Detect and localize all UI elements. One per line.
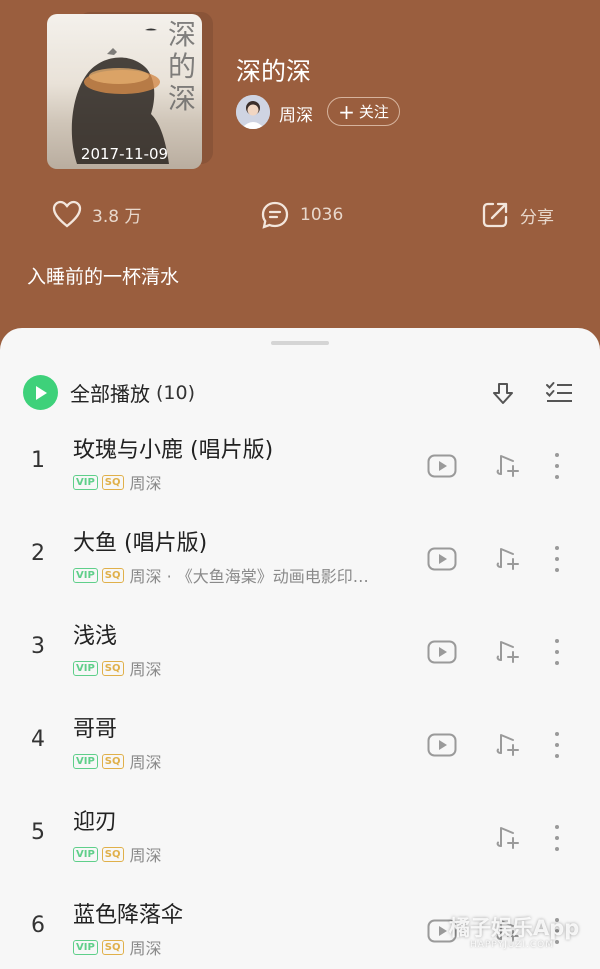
share-button[interactable]: 分享 [480,200,554,230]
avatar-image [236,95,270,129]
more-icon[interactable] [550,731,564,759]
album-title: 深的深 [236,57,312,86]
song-meta: VIP SQ 周深 · 《大鱼海棠》动画电影印… [73,563,369,587]
song-number: 2 [31,541,45,566]
song-meta: VIP SQ 周深 [73,470,162,494]
cover-lettering: 深的深 [167,18,196,115]
song-title: 迎刃 [73,810,118,835]
song-row[interactable]: 5 迎刃 VIP SQ 周深 [0,804,600,897]
song-number: 5 [31,820,45,845]
cover-date: 2017-11-09 [80,145,169,163]
sq-badge: SQ [101,660,124,676]
song-row[interactable]: 4 哥哥 VIP SQ 周深 [0,711,600,804]
add-to-playlist-icon[interactable] [494,824,520,850]
song-meta: VIP SQ 周深 [73,656,162,680]
plus-icon: + [338,99,355,124]
follow-label: 关注 [358,103,389,121]
song-row[interactable]: 3 浅浅 VIP SQ 周深 [0,618,600,711]
vip-badge: VIP [73,939,98,955]
album-cover[interactable]: 深的深 2017-11-09 [47,14,202,169]
song-artist-info: 周深 [129,846,162,865]
song-number: 1 [31,448,45,473]
sheet-handle[interactable] [271,341,329,345]
vip-badge: VIP [73,846,98,862]
multiselect-icon[interactable] [545,381,573,405]
song-row[interactable]: 1 玫瑰与小鹿 (唱片版) VIP SQ 周深 [0,432,600,525]
like-button[interactable]: 3.8 万 [52,200,141,228]
song-meta: VIP SQ 周深 [73,935,162,959]
song-title: 蓝色降落伞 [73,903,184,928]
mv-icon[interactable] [427,547,457,571]
download-icon[interactable] [490,381,516,407]
mv-icon[interactable] [427,454,457,478]
more-icon[interactable] [550,638,564,666]
share-icon [482,202,508,228]
artist-avatar[interactable] [236,95,270,129]
vip-badge: VIP [73,660,98,676]
song-title: 浅浅 [73,624,118,649]
sq-badge: SQ [101,939,124,955]
watermark-url: HAPPYJUZI.COM [470,940,554,950]
song-meta: VIP SQ 周深 [73,842,162,866]
add-to-playlist-icon[interactable] [494,731,520,757]
play-icon [23,375,58,410]
add-to-playlist-icon[interactable] [494,452,520,478]
song-number: 6 [31,913,45,938]
song-title: 玫瑰与小鹿 (唱片版) [73,438,274,463]
like-count: 3.8 万 [92,206,142,227]
heart-icon [52,200,82,228]
share-label: 分享 [520,207,554,228]
sq-badge: SQ [101,846,124,862]
album-description[interactable]: 入睡前的一杯清水 [27,262,179,289]
sq-badge: SQ [101,753,124,769]
mv-icon[interactable] [427,640,457,664]
more-icon[interactable] [550,452,564,480]
song-artist-info: 周深 [129,474,162,493]
song-artist-info: 周深 [129,939,162,958]
more-icon[interactable] [550,545,564,573]
artist-name[interactable]: 周深 [279,101,313,126]
song-artist-info: 周深 [129,660,162,679]
song-number: 3 [31,634,45,659]
song-artist-info: 周深 [129,753,162,772]
comment-button[interactable]: 1036 [260,200,343,230]
add-to-playlist-icon[interactable] [494,545,520,571]
play-all-button[interactable]: 全部播放 (10) [23,375,195,410]
song-meta: VIP SQ 周深 [73,749,162,773]
play-all-label: 全部播放 [70,382,150,406]
song-title: 哥哥 [73,717,118,742]
song-row[interactable]: 2 大鱼 (唱片版) VIP SQ 周深 · 《大鱼海棠》动画电影印… [0,525,600,618]
follow-button[interactable]: + 关注 [327,97,400,126]
sq-badge: SQ [101,474,124,490]
comment-icon [261,201,289,229]
sq-badge: SQ [101,567,124,583]
song-artist-info: 周深 · 《大鱼海棠》动画电影印… [129,567,369,586]
watermark-logo: 橘子娱乐App [449,916,580,940]
song-number: 4 [31,727,45,752]
more-icon[interactable] [550,824,564,852]
add-to-playlist-icon[interactable] [494,638,520,664]
comment-count: 1036 [300,205,344,225]
vip-badge: VIP [73,474,98,490]
song-title: 大鱼 (唱片版) [73,531,208,556]
mv-icon[interactable] [427,733,457,757]
song-count: (10) [156,381,196,404]
vip-badge: VIP [73,753,98,769]
vip-badge: VIP [73,567,98,583]
